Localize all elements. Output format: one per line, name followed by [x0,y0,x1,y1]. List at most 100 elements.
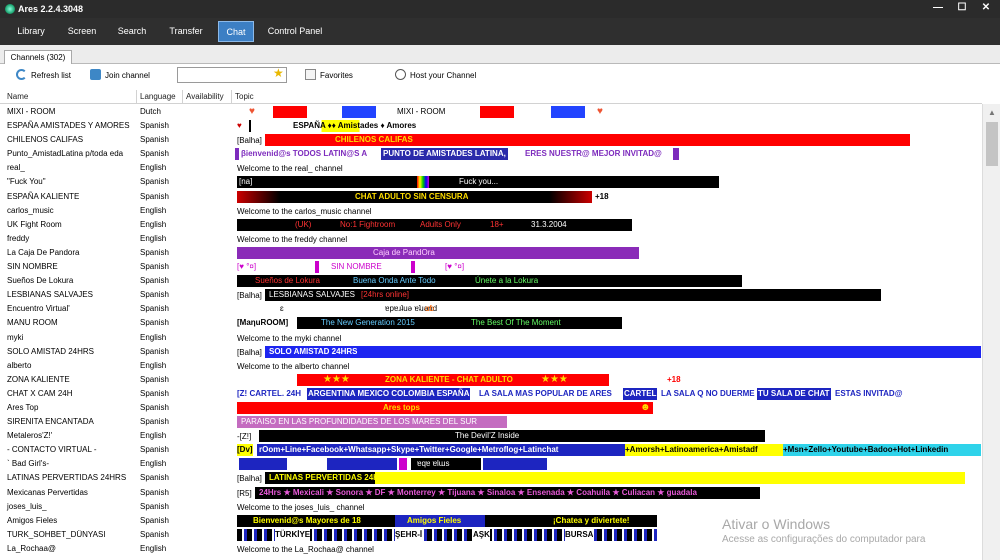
channel-row[interactable]: La Caja De Pandora Spanish Caja de PandOr… [0,246,982,260]
channel-language: English [140,543,167,553]
channel-row[interactable]: UK Fight Room English (UK) No:1 Fightroom… [0,218,982,232]
topic-text: [R5] [237,488,252,498]
channel-row[interactable]: "Fuck You" Spanish [na] Fuck you... [0,175,982,189]
channel-row[interactable]: real_ English Welcome to the real_ channe… [0,161,982,175]
topic-text: ERES NUESTR@ MEJOR INVITAD@ [525,149,662,159]
host-channel-button[interactable]: Host your Channel [395,69,476,83]
channel-name: joses_luis_ [7,501,47,511]
topic-text: Welcome to the joses_luis_ channel [237,502,365,512]
topic-block [342,106,376,118]
channel-row[interactable]: Ares Top Spanish Ares tops ☻ [0,401,982,415]
channel-row[interactable]: LESBIANAS SALVAJES Spanish [Balha] LESBIA… [0,288,982,302]
channel-row[interactable]: joses_luis_ Spanish Welcome to the joses_… [0,500,982,514]
menu-library[interactable]: Library [8,21,54,42]
channel-language: English [140,459,167,469]
channel-search-input[interactable] [177,67,287,83]
topic-text: [na] [237,176,417,189]
menu-transfer[interactable]: Transfer [160,21,212,42]
topic-text: The Best Of The Moment [471,318,561,328]
channel-topic: Welcome to the freddy channel [235,233,982,245]
topic-text: Bienvenid@s Mayores de 18 [253,515,361,525]
channel-row[interactable]: carlos_music English Welcome to the carlo… [0,204,982,218]
channel-row[interactable]: ESPAÑA KALIENTE Spanish CHAT ADULTO SIN C… [0,190,982,204]
channel-topic: Sueños de Lokura Buena Onda Ante Todo Ún… [235,275,982,288]
topic-text: 31.3.2004 [531,219,567,229]
channel-topic: ɛ ɐpɐɹʇuǝ ɐʇɹǝnd ɑɓ [235,303,982,315]
star-icon: ★★★ [323,373,350,385]
channel-row[interactable]: freddy English Welcome to the freddy chan… [0,232,982,246]
column-divider[interactable] [182,90,183,104]
col-name[interactable]: Name [7,92,28,101]
join-label: Join channel [105,71,150,80]
topic-block [315,261,319,274]
topic-text: Buena Onda Ante Todo [353,276,436,286]
join-channel-button[interactable]: Join channel [90,69,150,83]
channel-row[interactable]: Encuentro Virtual' Spanish ɛ ɐpɐɹʇuǝ ɐʇɹǝ… [0,302,982,316]
col-language[interactable]: Language [140,92,176,101]
ares-logo-icon [5,4,15,14]
scroll-up-icon[interactable]: ▲ [988,108,996,117]
channel-row[interactable]: ESPAÑA AMISTADES Y AMORES Spanish ♥ ESPAÑ… [0,119,982,133]
col-topic[interactable]: Topic [235,92,254,101]
channel-row[interactable]: - CONTACTO VIRTUAL - Spanish [Dv] rOom+Li… [0,443,982,457]
refresh-list-button[interactable]: Refresh list [16,69,71,83]
topic-text: (UK) [295,219,312,229]
channel-row[interactable]: MANU ROOM Spanish [MaηuROOM] The New Gene… [0,316,982,330]
menu-search[interactable]: Search [111,21,153,42]
channel-name: myki [7,332,24,342]
menu-control-panel[interactable]: Control Panel [262,21,328,42]
channel-row[interactable]: ` Bad Girl's- English ɐqɐ ɐlɯs [0,457,982,471]
channel-row[interactable]: alberto English Welcome to the alberto ch… [0,359,982,373]
channel-name: CHAT X CAM 24H [7,388,73,398]
vertical-scrollbar[interactable]: ▲ [982,104,1000,560]
topic-text: ESPAÑA ♦♦ Amistades ♦ Amores [290,120,417,133]
topic-block [480,106,514,118]
channel-row[interactable]: LATINAS PERVERTIDAS 24HRS Spanish [Balha]… [0,471,982,485]
channel-row[interactable]: CHILENOS CALIFAS Spanish [Balha] CHILENOS… [0,133,982,147]
minimize-button[interactable]: — [927,1,949,15]
topic-text: [Dv] [237,444,253,457]
channel-row[interactable]: SOLO AMISTAD 24HRS Spanish [Balha] SOLO A… [0,345,982,359]
close-button[interactable]: ✕ [975,1,997,15]
maximize-button[interactable]: ☐ [951,1,973,15]
favorites-button[interactable]: Favorites [305,69,353,83]
channel-row[interactable]: Mexicanas Pervertidas Spanish [R5] 24Hrs … [0,486,982,500]
menu-screen[interactable]: Screen [60,21,104,42]
topic-block [239,458,287,471]
topic-block [551,106,585,118]
channel-row[interactable]: CHAT X CAM 24H Spanish [Z! CARTEL. 24H AR… [0,387,982,401]
channel-row[interactable]: Sueños De Lokura Spanish Sueños de Lokura… [0,274,982,288]
channel-row[interactable]: Metaleros'Z!' English -[Z!] The DeviI'Z I… [0,429,982,443]
channel-row[interactable]: MIXI - ROOM Dutch ♥ MIXI - ROOM ♥ [0,105,982,119]
channel-language: Spanish [140,177,169,187]
channel-name: Ares Top [7,402,39,412]
col-availability[interactable]: Availability [186,92,224,101]
favorites-icon [305,69,316,80]
tab-channels[interactable]: Channels (302) [4,50,72,65]
channel-name: Metaleros'Z!' [7,431,53,441]
channel-language: Spanish [140,445,169,455]
channel-row[interactable]: SIRENITA ENCANTADA Spanish PARAISO EN LAS… [0,415,982,429]
channel-topic: Welcome to the carlos_music channel [235,205,982,217]
channel-name: MANU ROOM [7,318,58,328]
channel-row[interactable]: myki English Welcome to the myki channel [0,331,982,345]
channel-topic: [♥ °¤] SIN NOMBRE [♥ °¤] [235,261,982,274]
main-menu: Library Screen Search Transfer Chat Cont… [0,18,1000,45]
topic-text: SOLO AMISTAD 24HRS [269,346,358,356]
column-divider[interactable] [136,90,137,104]
channel-name: ESPAÑA AMISTADES Y AMORES [7,121,130,131]
scrollbar-thumb[interactable] [986,122,998,166]
topic-text: [24hrs online] [361,290,410,300]
column-divider[interactable] [231,90,232,104]
channel-row[interactable]: SIN NOMBRE Spanish [♥ °¤] SIN NOMBRE [♥ °… [0,260,982,274]
channel-name: carlos_music [7,205,54,215]
topic-text: rOom+Line+Facebook+Whatsapp+Skype+Twitte… [257,444,625,457]
menu-chat[interactable]: Chat [218,21,254,42]
channel-topic: [Dv] rOom+Line+Facebook+Whatsapp+Skype+T… [235,444,982,457]
channel-row[interactable]: Punto_AmistadLatina p/toda eda Spanish βi… [0,147,982,161]
channel-name: MIXI - ROOM [7,107,56,116]
channel-row[interactable]: ZONA KALIENTE Spanish ★★★ ZONA KALIENTE -… [0,373,982,387]
channel-name: Punto_AmistadLatina p/toda eda [7,149,124,159]
tab-row: Channels (302) [0,45,1000,65]
favorite-star-icon[interactable]: ★ [273,66,284,80]
